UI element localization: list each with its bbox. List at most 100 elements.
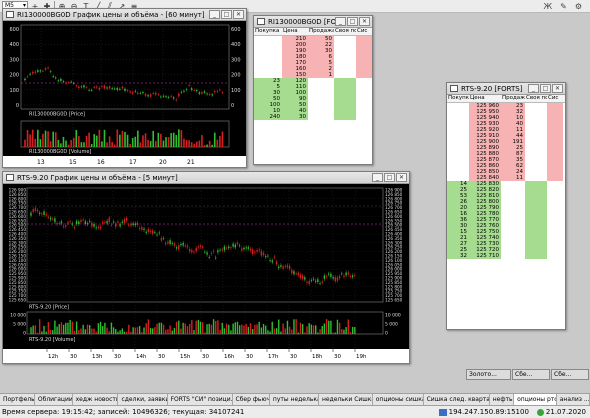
workspace-tab[interactable]: FORTS "СИ" позици... (168, 394, 233, 405)
ri-chart-titlebar[interactable]: RI130000BG0D График цены и объёма - [60 … (3, 9, 246, 21)
volume-bar (188, 324, 191, 334)
volume-bar (80, 142, 83, 147)
candle-body (178, 245, 180, 250)
minimize-icon[interactable]: _ (209, 10, 220, 19)
candle-body (195, 247, 197, 252)
volume-bar (121, 130, 124, 147)
close-icon[interactable]: ✕ (359, 17, 370, 26)
workspace-tab[interactable]: нефть (490, 394, 515, 405)
settings-icon[interactable]: ⚙ (575, 2, 582, 11)
volume-bar (98, 129, 101, 147)
candle-body (104, 221, 106, 223)
price-legend: RI130000BG0D [Price] (29, 112, 85, 118)
close-icon[interactable]: ✕ (396, 173, 407, 182)
volume-bar (43, 325, 45, 334)
candle-body (280, 265, 282, 267)
volume-bar (60, 322, 63, 334)
candle-body (193, 251, 195, 253)
candle-body (95, 227, 97, 229)
volume-bar (260, 327, 263, 334)
volume-bar (208, 140, 211, 147)
workspace-tab[interactable]: Портфель (0, 394, 35, 405)
workspace-tab[interactable]: недельки Сишка (319, 394, 373, 405)
close-icon[interactable]: ✕ (233, 10, 244, 19)
time-tick-label: 14h (136, 354, 147, 360)
candle-body (349, 276, 352, 277)
minimize-icon[interactable]: _ (335, 17, 346, 26)
volume-bar (256, 324, 258, 334)
time-tick-label: 30 (158, 354, 165, 360)
volume-bar (251, 329, 254, 334)
volume-bar (208, 323, 210, 334)
volume-bar (102, 326, 104, 334)
volume-bar (219, 135, 221, 147)
drawing-icon[interactable]: ✎ (560, 2, 567, 11)
indicators-icon[interactable]: Ж (544, 2, 553, 11)
col-sell: Продажа (502, 95, 525, 101)
volume-bar (223, 328, 226, 334)
minimized-window-2[interactable]: Сбе... (512, 369, 550, 380)
ri-price-chart[interactable]: 600 600 400 400 300 300 200 200 100 100 0 0 RI130000… (3, 21, 246, 167)
minimized-window-1[interactable]: Золото... (466, 369, 511, 380)
candle-body (338, 276, 341, 279)
candle-body (80, 220, 82, 223)
bid-row[interactable]: 32 125 710 (447, 253, 565, 259)
volume-bar (204, 332, 206, 334)
workspace-tab[interactable]: опционы сишка (373, 394, 424, 405)
candle-body (44, 68, 47, 70)
candle-body (169, 240, 171, 244)
candle-body (180, 91, 183, 93)
rts-orderbook-titlebar[interactable]: RTS-9.20 [FORTS] _ □ ✕ (447, 83, 565, 95)
col-sys: Сис (357, 28, 368, 34)
volume-bar (38, 319, 41, 334)
candle-body (80, 86, 83, 88)
minimize-icon[interactable]: _ (372, 173, 383, 182)
time-tick-label: 13h (92, 354, 103, 360)
workspace-tab[interactable]: Сишка след. квартал (424, 394, 490, 405)
workspace-tab[interactable]: опционы ртс (514, 394, 557, 405)
candle-body (57, 80, 60, 82)
volume-bar (126, 134, 129, 147)
candle-body (125, 218, 128, 221)
online-icon (536, 408, 544, 416)
volume-bar (158, 322, 160, 334)
close-icon[interactable]: ✕ (552, 84, 563, 93)
volume-bar (147, 139, 149, 147)
volume-bar (44, 130, 47, 147)
ri-orderbook-titlebar[interactable]: RI130000BG0D [FORTS] _□✕ (254, 16, 372, 28)
candle-body (351, 275, 354, 278)
workspace-tab[interactable]: Сбер фьюч (233, 394, 270, 405)
workspace-tab[interactable]: Облигации (35, 394, 73, 405)
volume-bar (134, 327, 137, 334)
rts-price-chart[interactable]: 126 900 126 900126 850 126 850126 800 126 8… (3, 184, 409, 363)
workspace-tab[interactable]: сделки, заявки (118, 394, 168, 405)
candle-body (43, 211, 45, 215)
minimized-window-3[interactable]: Сбе... (551, 369, 589, 380)
maximize-icon[interactable]: □ (384, 173, 395, 182)
candle-body (323, 275, 326, 279)
workspace-tab[interactable]: путы неделька (270, 394, 319, 405)
bid-row[interactable]: 240 30 (254, 114, 372, 120)
candle-body (304, 277, 306, 280)
volume-bar (301, 324, 304, 334)
col-buy: Покупка (255, 28, 280, 34)
col-own: Своя по (526, 95, 547, 101)
maximize-icon[interactable]: □ (347, 17, 358, 26)
rts-orderbook-header: Покупка Цена Продажа Своя по Сис (447, 95, 565, 103)
candle-body (201, 92, 203, 94)
minimize-icon[interactable]: _ (528, 84, 539, 93)
maximize-icon[interactable]: □ (540, 84, 551, 93)
candle-body (258, 249, 260, 251)
candle-body (247, 247, 250, 249)
volume-bar (213, 132, 216, 147)
volume-bar (269, 331, 271, 334)
ri-orderbook-window: RI130000BG0D [FORTS] _□✕ Покупка Цена Пр… (253, 15, 373, 165)
volume-bar (180, 130, 183, 147)
toolbar-right: Ж ✎ ⚙ (544, 2, 590, 11)
workspace-tab[interactable]: хедж новости (73, 394, 119, 405)
rts-chart-titlebar[interactable]: RTS-9.20 График цены и объёма - [5 минут… (3, 172, 409, 184)
maximize-icon[interactable]: □ (221, 10, 232, 19)
time-tick-label: 15h (180, 354, 191, 360)
volume-bar (95, 331, 97, 334)
workspace-tab[interactable]: анализ ... (557, 394, 590, 405)
